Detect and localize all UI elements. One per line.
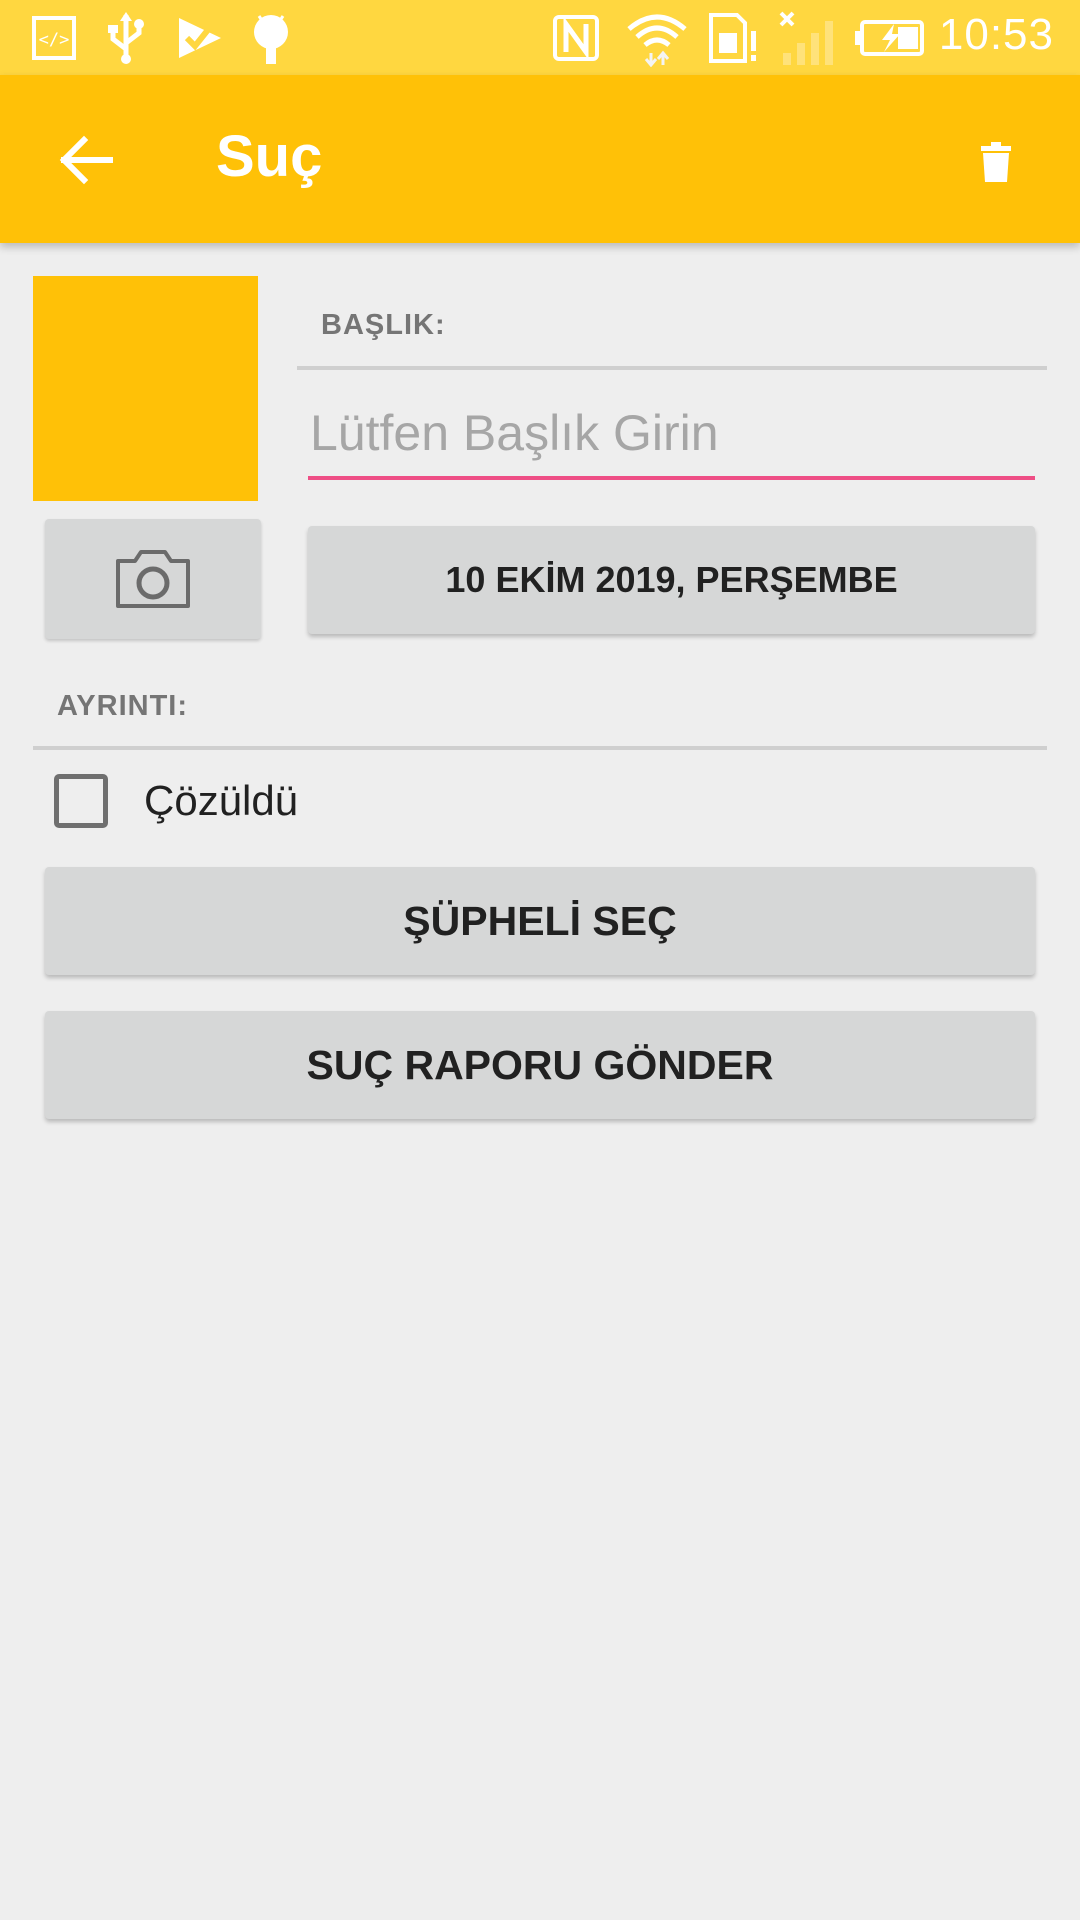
wifi-icon bbox=[624, 8, 690, 68]
code-icon: </> bbox=[28, 8, 80, 68]
send-report-button[interactable]: SUÇ RAPORU GÖNDER bbox=[45, 1011, 1035, 1119]
solved-checkbox[interactable] bbox=[54, 774, 108, 828]
status-bar: </> 10:53 bbox=[0, 0, 1080, 75]
check-notification-icon bbox=[172, 8, 228, 68]
crime-photo bbox=[33, 276, 258, 501]
date-button[interactable]: 10 EKİM 2019, PERŞEMBE bbox=[308, 526, 1035, 634]
back-button[interactable] bbox=[46, 125, 126, 195]
solved-checkbox-label: Çözüldü bbox=[144, 777, 299, 824]
details-label: AYRINTI: bbox=[57, 690, 188, 722]
nfc-icon bbox=[550, 8, 602, 68]
app-bar: Suç bbox=[0, 75, 1080, 243]
title-label: BAŞLIK: bbox=[321, 309, 446, 341]
choose-suspect-button[interactable]: ŞÜPHELİ SEÇ bbox=[45, 867, 1035, 975]
camera-button[interactable] bbox=[45, 519, 261, 639]
signal-icon bbox=[776, 8, 840, 68]
battery-charging-icon bbox=[854, 8, 926, 68]
sim-alert-icon bbox=[704, 8, 760, 68]
title-input[interactable] bbox=[308, 400, 1035, 480]
arrow-back-icon bbox=[59, 135, 113, 185]
android-debug-icon bbox=[246, 8, 296, 68]
usb-icon bbox=[100, 8, 152, 68]
title-divider bbox=[297, 366, 1047, 370]
camera-icon bbox=[116, 550, 190, 608]
svg-text:</>: </> bbox=[39, 30, 70, 50]
status-time: 10:53 bbox=[938, 10, 1054, 59]
page-title: Suç bbox=[216, 124, 323, 189]
details-divider bbox=[33, 746, 1047, 750]
trash-icon bbox=[981, 142, 1011, 182]
delete-button[interactable] bbox=[956, 127, 1036, 197]
